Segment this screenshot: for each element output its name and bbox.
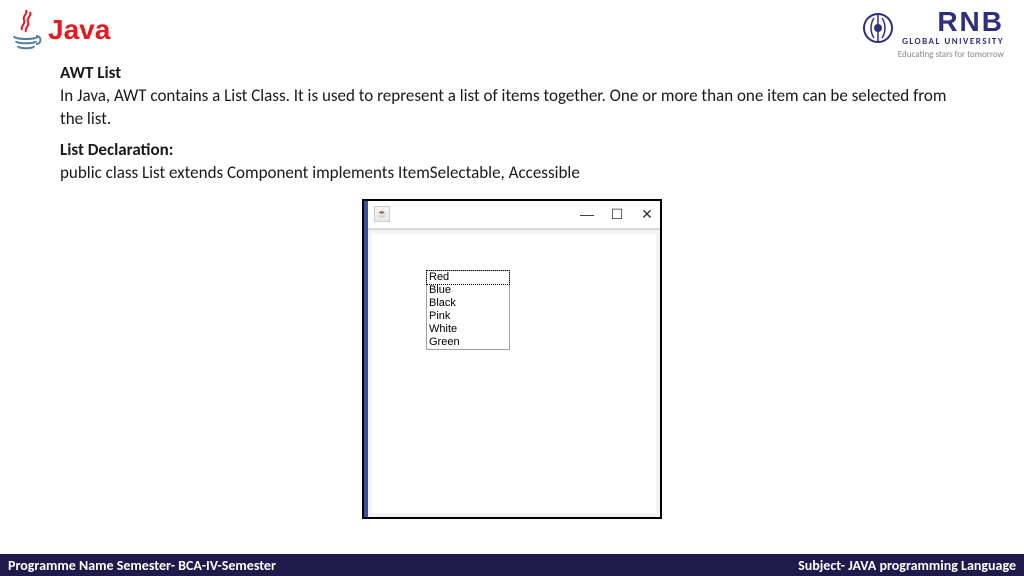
maximize-button[interactable]: ☐ xyxy=(610,207,624,221)
slide-footer: Programme Name Semester- BCA-IV-Semester… xyxy=(0,554,1024,576)
java-cup-icon xyxy=(8,8,44,52)
window-titlebar: ☕ — ☐ ✕ xyxy=(368,201,660,229)
footer-left: Programme Name Semester- BCA-IV-Semester xyxy=(8,557,276,574)
list-item[interactable]: Blue xyxy=(427,284,509,297)
section-title: AWT List xyxy=(60,62,964,85)
footer-right: Subject- JAVA programming Language xyxy=(798,557,1016,574)
awt-list[interactable]: RedBlueBlackPinkWhiteGreen xyxy=(426,270,510,350)
minimize-button[interactable]: — xyxy=(580,207,594,221)
declaration-code: public class List extends Component impl… xyxy=(60,162,964,185)
window-body: RedBlueBlackPinkWhiteGreen xyxy=(368,229,660,517)
slide-header: Java RNB GLOBAL UNIVERSITY Educating sta… xyxy=(0,0,1024,60)
rnb-tagline: Educating stars for tomorrow xyxy=(862,49,1004,60)
rnb-title: RNB xyxy=(902,8,1004,36)
list-item[interactable]: Pink xyxy=(427,310,509,323)
awt-window-screenshot: ☕ — ☐ ✕ RedBlueBlackPinkWhiteGreen xyxy=(362,199,662,519)
rnb-subtitle: GLOBAL UNIVERSITY xyxy=(902,36,1004,47)
declaration-title: List Declaration: xyxy=(60,139,964,162)
rnb-globe-icon xyxy=(862,12,894,44)
list-item[interactable]: Green xyxy=(427,336,509,349)
close-button[interactable]: ✕ xyxy=(640,207,654,221)
java-app-icon: ☕ xyxy=(374,206,390,222)
rnb-logo: RNB GLOBAL UNIVERSITY Educating stars fo… xyxy=(862,8,1004,60)
list-item[interactable]: White xyxy=(427,323,509,336)
window-controls: — ☐ ✕ xyxy=(580,207,654,221)
java-logo: Java xyxy=(8,8,110,52)
paragraph-intro: In Java, AWT contains a List Class. It i… xyxy=(60,85,964,131)
list-item[interactable]: Red xyxy=(426,270,510,285)
slide-content: AWT List In Java, AWT contains a List Cl… xyxy=(0,62,1024,519)
list-item[interactable]: Black xyxy=(427,297,509,310)
java-logo-text: Java xyxy=(48,14,110,46)
